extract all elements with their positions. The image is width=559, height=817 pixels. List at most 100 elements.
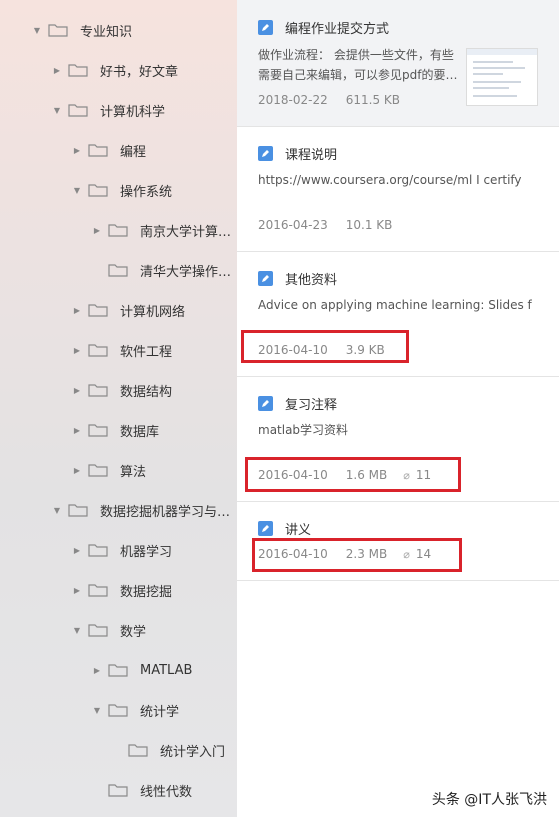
tree-item-haoshu[interactable]: ▶ 好书，好文章 — [52, 60, 178, 80]
tree-item-label: 数据挖掘机器学习与… — [100, 504, 231, 520]
tree-item-label: 计算机网络 — [120, 304, 186, 320]
note-title: 讲义 — [285, 523, 312, 538]
folder-icon — [68, 104, 88, 117]
chevron-right-icon[interactable]: ▶ — [72, 305, 82, 315]
note-icon — [258, 396, 273, 411]
note-snippet: 做作业流程： 会提供一些文件，有些 需要自己来编辑，可以参见pdf的要… — [258, 48, 458, 82]
note-title: 复习注释 — [285, 398, 338, 413]
note-date: 2018-02-22 — [258, 93, 328, 107]
folder-icon — [128, 744, 148, 757]
folder-icon — [88, 184, 108, 197]
note-icon — [258, 146, 273, 161]
note-snippet: https://www.coursera.org/course/ml I cer… — [258, 173, 522, 187]
tree-item-label: 数学 — [120, 624, 147, 640]
tree-item-caozuoxitong[interactable]: ▼ 操作系统 — [72, 180, 172, 200]
folder-icon — [108, 264, 128, 277]
tree-item-label: 计算机科学 — [100, 104, 166, 120]
tree-item-label: 数据挖掘 — [120, 584, 173, 600]
tree-item-shujuwajue[interactable]: ▶ 数据挖掘 — [72, 580, 172, 600]
tree-item-jiqixuexi[interactable]: ▶ 机器学习 — [72, 540, 172, 560]
tree-item-label: 清华大学操作… — [140, 264, 232, 280]
note-meta: 2018-02-22 611.5 KB — [258, 93, 400, 107]
note-icon — [258, 20, 273, 35]
notebook-sidebar: ▼ 专业知识 ▶ 好书，好文章 ▼ 计算机科学 ▶ 编程 ▼ 操作系统 ▶ 南京… — [0, 0, 237, 817]
highlight-box — [245, 457, 461, 492]
note-meta: 2016-04-23 10.1 KB — [258, 218, 392, 232]
folder-icon — [68, 64, 88, 77]
tree-item-jisuanji[interactable]: ▼ 计算机科学 — [52, 100, 165, 120]
tree-item-tongjixue[interactable]: ▼ 统计学 — [92, 700, 179, 720]
note-thumbnail — [466, 48, 538, 106]
chevron-down-icon[interactable]: ▼ — [92, 705, 102, 715]
note-size: 611.5 KB — [345, 93, 401, 107]
folder-icon — [108, 704, 128, 717]
folder-icon — [88, 384, 108, 397]
note-size: 10.1 KB — [345, 218, 393, 232]
folder-icon — [88, 624, 108, 637]
highlight-box — [252, 538, 462, 572]
note-snippet: Advice on applying machine learning: Sli… — [258, 298, 532, 312]
tree-item-label: 软件工程 — [120, 344, 173, 360]
chevron-right-icon[interactable]: ▶ — [72, 145, 82, 155]
folder-icon — [88, 304, 108, 317]
chevron-right-icon[interactable]: ▶ — [92, 665, 102, 675]
tree-item-label: 线性代数 — [140, 784, 193, 800]
chevron-right-icon[interactable]: ▶ — [72, 465, 82, 475]
tree-item-label: 南京大学计算… — [140, 224, 232, 240]
chevron-down-icon[interactable]: ▼ — [72, 185, 82, 195]
note-icon — [258, 271, 273, 286]
folder-icon — [88, 144, 108, 157]
chevron-right-icon[interactable]: ▶ — [72, 545, 82, 555]
tree-item-label: 统计学入门 — [160, 744, 226, 760]
folder-icon — [108, 784, 128, 797]
chevron-right-icon[interactable]: ▶ — [72, 425, 82, 435]
folder-icon — [88, 584, 108, 597]
folder-icon — [108, 224, 128, 237]
chevron-down-icon[interactable]: ▼ — [52, 105, 62, 115]
chevron-down-icon[interactable]: ▼ — [32, 25, 42, 35]
chevron-right-icon[interactable]: ▶ — [72, 345, 82, 355]
chevron-down-icon[interactable]: ▼ — [52, 505, 62, 515]
folder-icon — [108, 664, 128, 677]
chevron-right-icon[interactable]: ▶ — [72, 585, 82, 595]
tree-item-label: 编程 — [120, 144, 147, 160]
chevron-right-icon[interactable]: ▶ — [72, 385, 82, 395]
tree-item-shujuku[interactable]: ▶ 数据库 — [72, 420, 159, 440]
tree-item-label: 统计学 — [140, 704, 180, 720]
tree-item-qinghua[interactable]: 清华大学操作… — [92, 260, 231, 280]
chevron-down-icon[interactable]: ▼ — [72, 625, 82, 635]
tree-item-label: 操作系统 — [120, 184, 173, 200]
tree-item-label: 数据结构 — [120, 384, 173, 400]
folder-icon — [48, 24, 68, 37]
note-item[interactable]: 编程作业提交方式 做作业流程： 会提供一些文件，有些 需要自己来编辑，可以参见p… — [237, 0, 559, 127]
note-icon — [258, 521, 273, 536]
note-title: 其他资料 — [285, 273, 338, 288]
tree-item-tongjixuerumen[interactable]: 统计学入门 — [112, 740, 225, 760]
tree-item-xianxingdaishu[interactable]: 线性代数 — [92, 780, 192, 800]
tree-item-label: 专业知识 — [80, 24, 133, 40]
watermark: 头条 @IT人张飞洪 — [431, 792, 547, 808]
folder-icon — [68, 504, 88, 517]
tree-item-label: 数据库 — [120, 424, 160, 440]
tree-item-nanjing[interactable]: ▶ 南京大学计算… — [92, 220, 231, 240]
tree-item-ruanjian[interactable]: ▶ 软件工程 — [72, 340, 172, 360]
tree-item-suanfa[interactable]: ▶ 算法 — [72, 460, 146, 480]
tree-item-shuxue[interactable]: ▼ 数学 — [72, 620, 146, 640]
note-title: 编程作业提交方式 — [285, 22, 390, 37]
tree-item-wangluo[interactable]: ▶ 计算机网络 — [72, 300, 185, 320]
folder-icon — [88, 544, 108, 557]
tree-item-label: 算法 — [120, 464, 147, 480]
tree-item-shujujiegou[interactable]: ▶ 数据结构 — [72, 380, 172, 400]
folder-icon — [88, 464, 108, 477]
note-date: 2016-04-23 — [258, 218, 328, 232]
chevron-right-icon[interactable]: ▶ — [92, 225, 102, 235]
tree-item-biancheng[interactable]: ▶ 编程 — [72, 140, 146, 160]
note-item[interactable]: 课程说明 https://www.coursera.org/course/ml … — [237, 126, 559, 252]
tree-item-label: MATLAB — [140, 662, 193, 678]
chevron-right-icon[interactable]: ▶ — [52, 65, 62, 75]
tree-item-label: 好书，好文章 — [100, 64, 179, 80]
tree-item-matlab[interactable]: ▶ MATLAB — [92, 660, 192, 680]
note-title: 课程说明 — [285, 148, 338, 163]
tree-item-zhuanye[interactable]: ▼ 专业知识 — [32, 20, 132, 40]
tree-item-shujuwajue-group[interactable]: ▼ 数据挖掘机器学习与… — [52, 500, 230, 520]
